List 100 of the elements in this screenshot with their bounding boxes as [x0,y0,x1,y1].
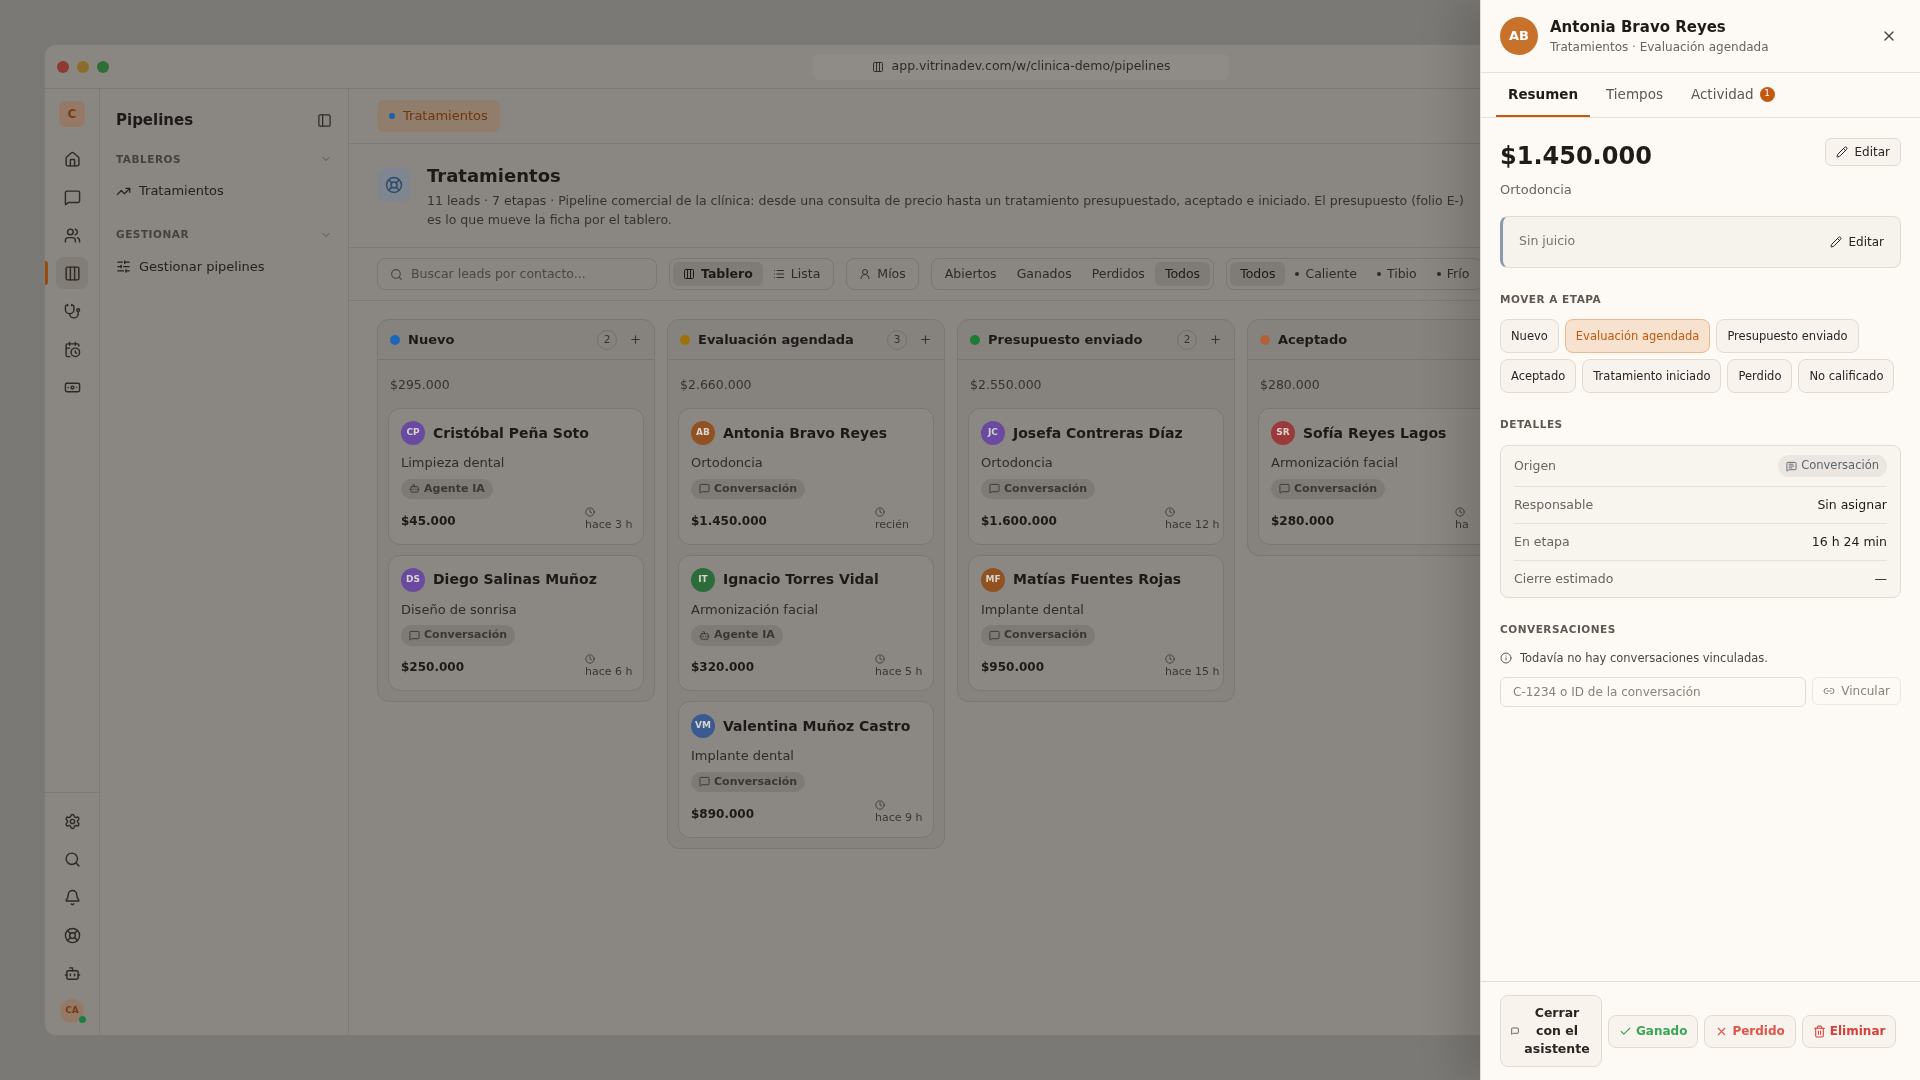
clock-icon [585,507,595,517]
source-tag: Conversación [1271,478,1386,499]
lifebuoy-icon [63,926,81,944]
stage-button[interactable]: Aceptado [1500,359,1577,394]
panel-tab[interactable]: Resumen [1496,73,1591,117]
link-icon [1823,685,1836,697]
temperature-filter[interactable]: Tibio [1366,262,1427,286]
treatment-text: Implante dental [691,747,795,765]
time-text: hace 12 h [1165,517,1220,533]
chat-icon [1786,460,1798,472]
time-text: hace 15 h [1165,663,1220,680]
amount-text: $1.450.000 [691,512,767,530]
search-field[interactable]: Buscar leads por contacto... [377,258,657,290]
robot-icon [63,964,81,982]
collapse-sidebar-icon[interactable] [317,112,332,128]
conversation-id-field[interactable]: C-1234 o ID de la conversación [1500,677,1807,707]
sidebar-item[interactable]: Tratamientos [116,175,332,207]
detail-label: Cierre estimado [1514,569,1614,588]
nav-button[interactable] [56,257,88,289]
clock-icon [1455,507,1465,517]
temperature-filter[interactable]: Todos [1230,262,1286,286]
stage-name: Aceptado [1278,330,1348,349]
calendar-icon [63,340,81,358]
sliders-icon [116,258,131,274]
source-tag: Conversación [691,478,806,499]
panel-tab[interactable]: Actividad 1 [1678,73,1787,117]
add-icon[interactable] [629,333,642,346]
stage-button[interactable]: Presupuesto enviado [1716,319,1859,354]
won-button[interactable]: Ganado [1608,1014,1699,1048]
edit-button[interactable]: Editar [1825,138,1901,166]
stage-button[interactable]: Evaluación agendada [1564,319,1711,354]
view-tab[interactable]: Lista [762,262,831,286]
chat-icon [409,629,420,641]
deal-amount: $1.450.000 [1500,141,1652,172]
amount-text: $890.000 [691,805,754,823]
lead-name: Cristóbal Peña Soto [433,423,589,443]
detail-label: En etapa [1514,532,1570,551]
panel-tab[interactable]: Tiempos [1594,73,1675,117]
status-filter[interactable]: Abiertos [934,262,1007,286]
treatment-text: Limpieza dental [401,454,506,472]
lead-card[interactable]: IT Ignacio Torres Vidal Armonización facial Agente IA $320.000 hace 5 h [678,554,934,691]
assistant-close-button[interactable]: Cerrar con el asistente [1500,995,1602,1067]
empty-message: Todavía no hay conversaciones vinculadas. [1520,649,1768,667]
count-badge: 1 [1759,86,1775,102]
active-indicator [45,261,48,285]
treatment-text: Diseño de sonrisa [401,600,518,619]
lead-card[interactable]: JC Josefa Contreras Díaz Ortodoncia Conversación $1.600.000 hace 12 h [968,408,1224,545]
clock-icon [875,800,885,810]
stage-button[interactable]: Tratamiento iniciado [1582,359,1722,394]
sidebar-item[interactable]: Gestionar pipelines [116,250,332,282]
stethoscope-icon [63,302,81,320]
clock-icon [585,653,595,664]
lead-card[interactable]: CP Cristóbal Peña Soto Limpieza dental Agente IA $45.000 hace 3 h [388,408,644,545]
lead-card[interactable]: DS Diego Salinas Muñoz Diseño de sonrisa Conversación $250.000 hace 6 h [388,554,644,691]
status-filter[interactable]: Perdidos [1081,262,1155,286]
chat-icon [63,188,81,206]
note-text: Sin juicio [1519,232,1576,251]
link-button[interactable]: Vincular [1812,677,1901,705]
chat-icon [699,776,710,788]
lead-name: Antonia Bravo Reyes [1550,16,1727,38]
stage-total: $2.660.000 [680,377,752,392]
stage-name: Nuevo [408,330,455,349]
status-filter[interactable]: Todos [1154,262,1211,286]
sidebar-title: Pipelines [116,110,194,131]
time-text: hace 6 h [585,663,633,680]
treatment-text: Ortodoncia [981,454,1054,472]
edit-button[interactable]: Editar [1830,232,1884,251]
amount-text: $950.000 [981,659,1044,676]
pipeline-tab[interactable]: Tratamientos [377,100,500,132]
source-tag: Conversación [691,771,806,792]
status-filter[interactable]: Ganados [1006,262,1082,286]
lead-card[interactable]: VM Valentina Muñoz Castro Implante dental Conversación $890.000 hace 9 h [678,701,934,838]
section-heading: CONVERSACIONES [1500,622,1617,637]
source-tag: Conversación [981,478,1096,499]
lead-card[interactable]: MF Matías Fuentes Rojas Implante dental Conversación $950.000 hace 15 h [968,554,1224,691]
lead-card[interactable]: AB Antonia Bravo Reyes Ortodoncia Conversación $1.450.000 recién [678,408,934,545]
stage-button[interactable]: Nuevo [1500,319,1559,354]
stage-button[interactable]: Perdido [1727,359,1793,394]
add-icon[interactable] [1209,333,1222,346]
columns-icon [63,264,81,282]
chat-icon [989,483,1000,495]
robot-icon [699,629,710,641]
stage-button[interactable]: No calificado [1798,359,1895,394]
delete-button[interactable]: Eliminar [1801,1014,1897,1048]
temperature-filter[interactable]: Frío [1426,262,1480,286]
pencil-icon [1830,235,1843,248]
lead-name: Josefa Contreras Díaz [1013,423,1183,443]
amount-text: $320.000 [691,659,754,676]
clock-icon [1165,507,1175,517]
add-icon[interactable] [919,333,932,346]
address-bar[interactable]: app.vitrinadev.com/w/clinica-demo/pipelines [813,53,1229,80]
lead-avatar: AB [1500,17,1538,55]
stage-total: $295.000 [390,377,450,392]
users-icon [63,226,81,244]
mine-filter-button[interactable]: Míos [846,258,919,290]
pipeline-description: 11 leads · 7 etapas · Pipeline comercial de la clínica: desde una consulta de precio hasta un tratamiento presupuestado, aceptado e iniciado. El presupuesto (folio E-) es lo que mueve la ficha por el tablero. [427,192,1465,229]
lost-button[interactable]: Perdido [1704,1014,1796,1048]
view-tab[interactable]: Tablero [673,262,763,286]
bell-icon [63,888,81,906]
temperature-filter[interactable]: Caliente [1285,262,1367,286]
